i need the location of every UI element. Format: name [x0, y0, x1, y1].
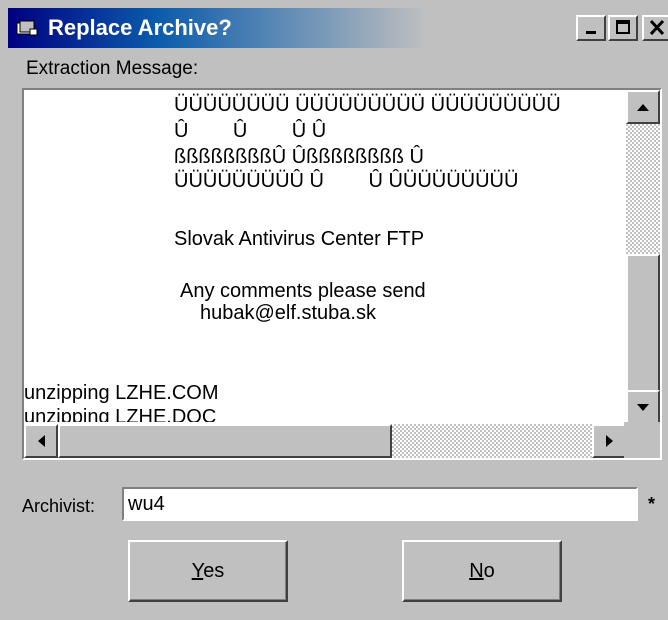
required-marker: * — [648, 494, 656, 514]
arrow-down-icon — [637, 404, 649, 411]
close-button[interactable] — [642, 15, 668, 41]
message-line: hubak@elf.stuba.sk — [200, 302, 376, 324]
archivist-label: Archivist: — [22, 496, 96, 516]
message-line: Û Û Û Û — [174, 120, 327, 142]
horizontal-scrollbar[interactable] — [24, 424, 626, 458]
scroll-up-button[interactable] — [626, 90, 660, 124]
vertical-scroll-thumb[interactable] — [626, 254, 660, 392]
vertical-scrollbar[interactable] — [626, 90, 660, 424]
message-line: unzipping LZHE.DOC — [24, 406, 217, 422]
no-button[interactable]: No — [402, 540, 562, 602]
maximize-icon — [616, 20, 630, 34]
replace-archive-dialog: Replace Archive? Extraction Message: ÜÜÜ… — [0, 0, 668, 620]
scroll-left-button[interactable] — [24, 424, 58, 458]
extraction-message-textbox[interactable]: ÜÜÜÜÜÜÜÜ ÜÜÜÜÜÜÜÜÜ ÜÜÜÜÜÜÜÜÜ Û Û Û Û ßßß… — [22, 88, 662, 460]
horizontal-scroll-thumb[interactable] — [58, 424, 392, 458]
scroll-down-button[interactable] — [626, 390, 660, 424]
message-line: unzipping LZHE.COM — [24, 382, 219, 404]
arrow-left-icon — [38, 435, 45, 447]
arrow-right-icon — [606, 435, 613, 447]
yes-button-label: Yes — [191, 560, 225, 582]
scroll-right-button[interactable] — [592, 424, 626, 458]
title-bar[interactable]: Replace Archive? — [8, 8, 668, 48]
archivist-input[interactable]: wu4 — [122, 487, 638, 521]
message-line: Any comments please send — [180, 280, 426, 302]
yes-button[interactable]: Yes — [128, 540, 288, 602]
no-button-label: No — [469, 560, 495, 582]
maximize-button[interactable] — [608, 15, 638, 41]
message-line: ÜÜÜÜÜÜÜÜÛ Û Û ÛÜÜÜÜÜÜÜÜ — [174, 170, 519, 192]
message-line: ÜÜÜÜÜÜÜÜ ÜÜÜÜÜÜÜÜÜ ÜÜÜÜÜÜÜÜÜ — [174, 94, 561, 116]
minimize-icon — [586, 31, 596, 34]
scrollbar-corner — [624, 422, 660, 458]
arrow-up-icon — [637, 104, 649, 111]
app-icon — [16, 20, 38, 36]
message-lines: ÜÜÜÜÜÜÜÜ ÜÜÜÜÜÜÜÜÜ ÜÜÜÜÜÜÜÜÜ Û Û Û Û ßßß… — [24, 90, 624, 422]
message-line: Slovak Antivirus Center FTP — [174, 228, 425, 250]
minimize-button[interactable] — [576, 15, 606, 41]
window-title: Replace Archive? — [48, 15, 232, 40]
extraction-message-label: Extraction Message: — [26, 58, 199, 79]
close-icon — [649, 19, 665, 36]
message-line: ßßßßßßßßÛ Ûßßßßßßßß Û — [174, 146, 424, 168]
